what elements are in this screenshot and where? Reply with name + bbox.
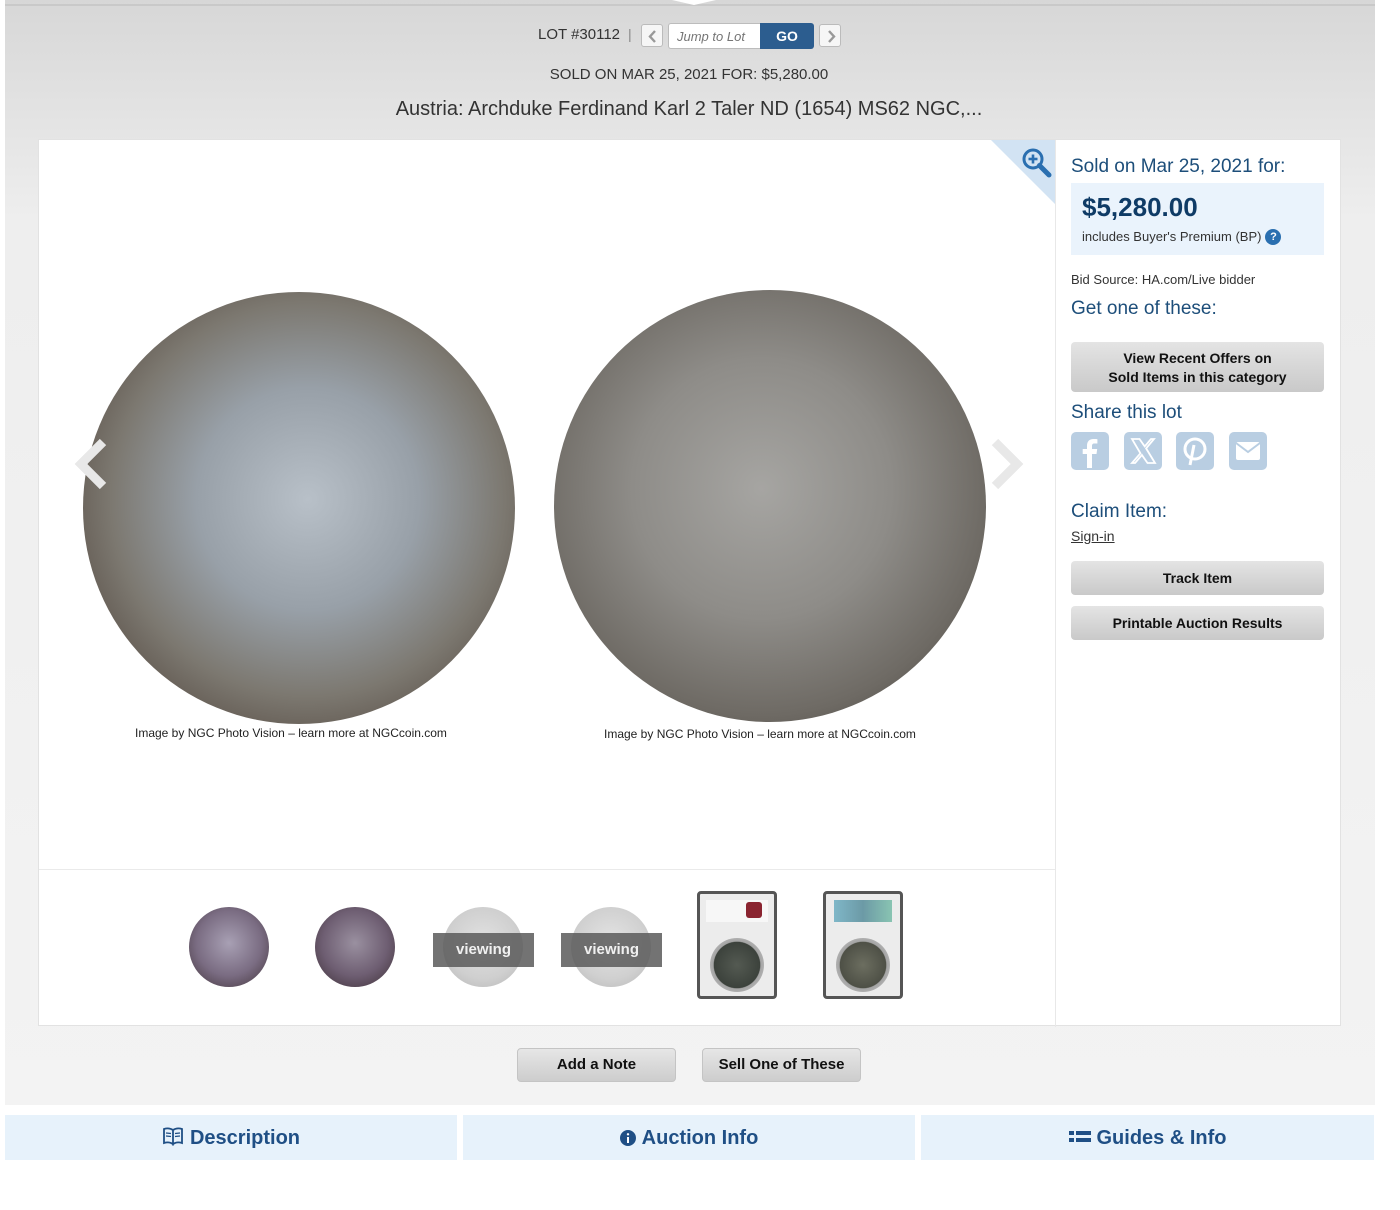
- zoom-in-icon[interactable]: [1021, 147, 1053, 179]
- coin-reverse-image[interactable]: [554, 290, 986, 722]
- thumbnail-item[interactable]: [315, 892, 395, 987]
- previous-image-arrow-icon[interactable]: [73, 438, 111, 490]
- obverse-image-caption: Image by NGC Photo Vision – learn more a…: [135, 726, 447, 740]
- jump-to-lot-input[interactable]: [668, 23, 760, 49]
- offers-line-2: Sold Items in this category: [1108, 369, 1287, 385]
- thumbnail-slab-back: [823, 891, 903, 999]
- top-notch: [672, 0, 716, 5]
- email-icon[interactable]: [1229, 432, 1267, 470]
- sold-price: $5,280.00: [1082, 192, 1198, 222]
- tab-auction-info[interactable]: Auction Info: [463, 1115, 915, 1160]
- chevron-left-icon: [648, 30, 656, 43]
- x-icon[interactable]: [1124, 432, 1162, 470]
- offers-line-1: View Recent Offers on: [1123, 350, 1272, 366]
- sign-in-link[interactable]: Sign-in: [1071, 528, 1115, 544]
- reverse-image-caption: Image by NGC Photo Vision – learn more a…: [604, 727, 916, 741]
- lot-navigation-bar: LOT #30112 | GO: [0, 22, 1400, 49]
- sidebar-divider: [1055, 140, 1056, 1027]
- pinterest-icon[interactable]: [1176, 432, 1214, 470]
- add-note-button[interactable]: Add a Note: [517, 1048, 676, 1082]
- list-icon: [1068, 1131, 1091, 1142]
- share-heading: Share this lot: [1071, 402, 1182, 423]
- price-box: $5,280.00 includes Buyer's Premium (BP)?: [1071, 183, 1324, 255]
- sell-one-button[interactable]: Sell One of These: [702, 1048, 861, 1082]
- thumbnail-strip: viewing viewing: [39, 870, 1055, 1027]
- buyers-premium-note: includes Buyer's Premium (BP)?: [1082, 229, 1282, 245]
- thumbnail-item[interactable]: [823, 891, 903, 999]
- next-lot-button[interactable]: [819, 24, 841, 47]
- bp-note-text: includes Buyer's Premium (BP): [1082, 229, 1262, 244]
- sold-label: Sold on Mar 25, 2021 for:: [1071, 156, 1286, 177]
- lot-detail-panel: Image by NGC Photo Vision – learn more a…: [38, 139, 1341, 1027]
- thumbnail-slab-front: [697, 891, 777, 999]
- tab-guides-info[interactable]: Guides & Info: [921, 1115, 1374, 1160]
- lot-number: LOT #30112: [538, 26, 621, 43]
- thumbnail-coin-obverse: [189, 907, 269, 987]
- lot-separator: |: [628, 26, 632, 42]
- info-icon: [619, 1130, 636, 1146]
- get-one-heading: Get one of these:: [1071, 298, 1217, 319]
- track-item-button[interactable]: Track Item: [1071, 561, 1324, 595]
- viewing-label: viewing: [433, 933, 534, 967]
- tab-guides-info-label: Guides & Info: [1096, 1127, 1227, 1149]
- coin-obverse-image[interactable]: [83, 292, 515, 724]
- help-icon[interactable]: ?: [1265, 229, 1282, 245]
- chevron-right-icon: [828, 30, 836, 43]
- next-image-arrow-icon[interactable]: [987, 438, 1025, 490]
- previous-lot-button[interactable]: [641, 24, 663, 47]
- thumbnail-item[interactable]: [697, 891, 777, 999]
- view-recent-offers-button[interactable]: View Recent Offers on Sold Items in this…: [1071, 342, 1324, 392]
- printable-auction-results-button[interactable]: Printable Auction Results: [1071, 606, 1324, 640]
- viewing-label: viewing: [561, 933, 662, 967]
- tab-auction-info-label: Auction Info: [641, 1127, 759, 1149]
- lot-title: Austria: Archduke Ferdinand Karl 2 Taler…: [395, 98, 983, 120]
- thumbnail-coin-reverse: [315, 907, 395, 987]
- thumbnail-item[interactable]: [189, 892, 269, 987]
- book-icon: [163, 1127, 183, 1146]
- image-viewer: Image by NGC Photo Vision – learn more a…: [39, 140, 1056, 869]
- facebook-icon[interactable]: [1071, 432, 1109, 470]
- go-button[interactable]: GO: [760, 23, 814, 49]
- sold-summary: SOLD ON MAR 25, 2021 FOR: $5,280.00: [549, 66, 829, 83]
- claim-item-heading: Claim Item:: [1071, 501, 1168, 522]
- bid-source: Bid Source: HA.com/Live bidder: [1071, 272, 1256, 287]
- tab-description-label: Description: [189, 1127, 301, 1149]
- tab-description[interactable]: Description: [5, 1115, 457, 1160]
